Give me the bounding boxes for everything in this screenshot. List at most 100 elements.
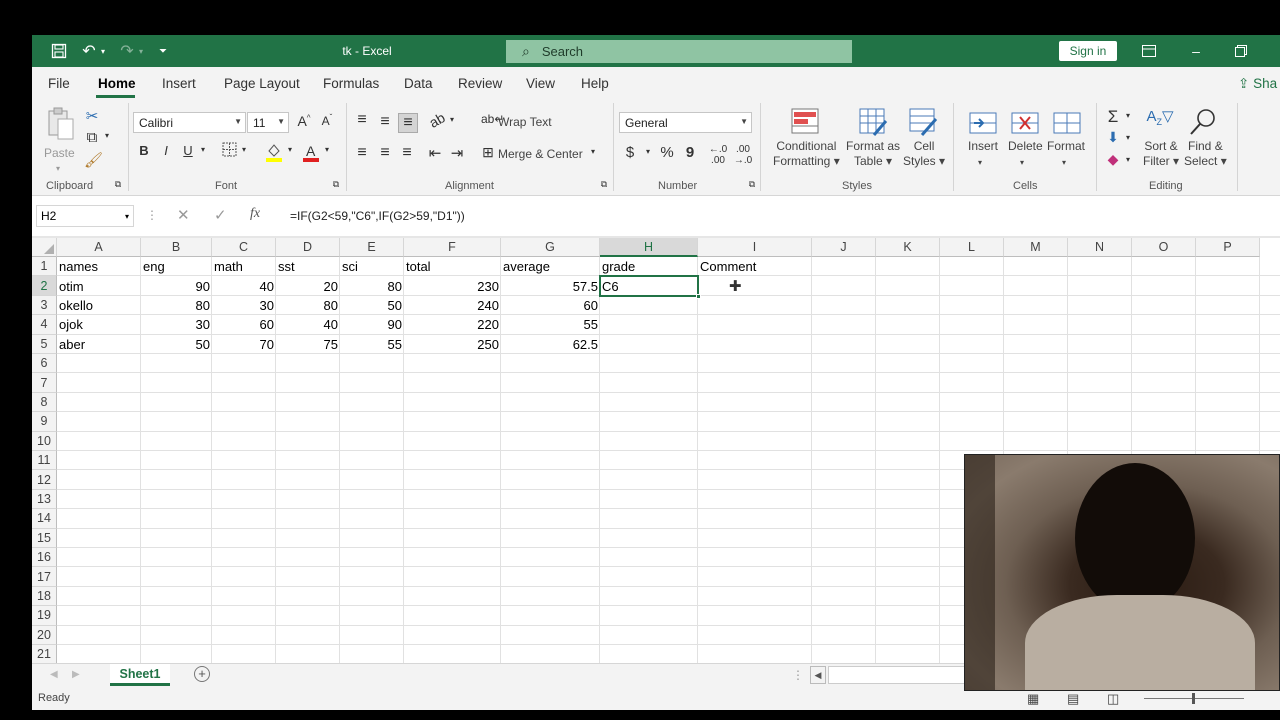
cell-b5[interactable]: 50 — [141, 335, 212, 354]
number-launcher-icon[interactable]: ⧉ — [746, 179, 758, 190]
font-size-select[interactable]: 11 ▼ — [247, 112, 289, 133]
cell-a3[interactable]: okello — [57, 296, 141, 315]
undo-dropdown-icon[interactable]: ▾ — [98, 35, 108, 67]
cell-h1[interactable]: grade — [600, 257, 698, 276]
tab-page-layout[interactable]: Page Layout — [224, 76, 300, 91]
row-header-17[interactable]: 17 — [32, 567, 57, 587]
orientation-icon[interactable]: ab — [424, 108, 449, 132]
column-header-a[interactable]: A — [57, 238, 141, 257]
cell-d5[interactable]: 75 — [276, 335, 340, 354]
fill-color-icon[interactable] — [265, 143, 283, 163]
font-name-select[interactable]: Calibri ▼ — [133, 112, 246, 133]
row-header-13[interactable]: 13 — [32, 489, 57, 510]
cancel-entry-icon[interactable]: ✕ — [177, 206, 190, 224]
undo-icon[interactable]: ↶ — [78, 35, 100, 67]
format-cells-icon[interactable] — [1052, 109, 1082, 137]
percent-style-button[interactable]: % — [659, 144, 675, 161]
column-header-e[interactable]: E — [340, 238, 404, 257]
cell-c2[interactable]: 40 — [212, 276, 276, 295]
align-bottom-icon[interactable]: ≡ — [398, 113, 418, 133]
decrease-font-icon[interactable]: Aˇ — [318, 113, 336, 128]
align-center-icon[interactable]: ≡ — [376, 144, 394, 162]
clipboard-launcher-icon[interactable]: ⧉ — [112, 179, 124, 190]
tab-review[interactable]: Review — [458, 76, 502, 91]
cell-b1[interactable]: eng — [141, 257, 212, 276]
tab-home[interactable]: Home — [98, 76, 136, 91]
cell-g3[interactable]: 60 — [501, 296, 600, 315]
accounting-dropdown-icon[interactable]: ▾ — [643, 147, 653, 156]
decrease-decimal-icon[interactable]: .00 →.0 — [732, 144, 754, 166]
fill-handle[interactable] — [696, 293, 701, 299]
row-header-8[interactable]: 8 — [32, 392, 57, 413]
row-header-10[interactable]: 10 — [32, 431, 57, 451]
column-header-n[interactable]: N — [1068, 238, 1132, 257]
cell-e5[interactable]: 55 — [340, 335, 404, 354]
increase-decimal-icon[interactable]: ←.0.00 — [707, 144, 729, 166]
scroll-left-icon[interactable]: ◀ — [810, 666, 826, 684]
cell-d3[interactable]: 80 — [276, 296, 340, 315]
tab-formulas[interactable]: Formulas — [323, 76, 379, 91]
bold-button[interactable]: B — [137, 143, 151, 158]
copy-icon[interactable]: ⧉ — [84, 129, 100, 146]
cell-c5[interactable]: 70 — [212, 335, 276, 354]
merge-center-icon[interactable]: ⊞ — [479, 144, 497, 161]
comma-style-button[interactable]: 9 — [683, 144, 697, 161]
copy-dropdown-icon[interactable]: ▾ — [102, 131, 112, 140]
select-all-corner[interactable] — [32, 238, 57, 257]
format-as-table-icon[interactable] — [858, 107, 888, 137]
decrease-indent-icon[interactable]: ⇤ — [426, 144, 444, 162]
restore-icon[interactable] — [1229, 35, 1253, 67]
format-dropdown-icon[interactable]: ▾ — [1062, 155, 1066, 170]
cell-a4[interactable]: ojok — [57, 315, 141, 334]
align-left-icon[interactable]: ≡ — [353, 144, 371, 162]
column-header-l[interactable]: L — [940, 238, 1004, 257]
delete-cells-label[interactable]: Delete — [1008, 139, 1043, 154]
conditional-formatting-label[interactable]: Conditional Formatting ▾ — [773, 139, 840, 169]
column-header-m[interactable]: M — [1004, 238, 1068, 257]
row-header-16[interactable]: 16 — [32, 548, 57, 568]
format-painter-icon[interactable]: 🖌 — [84, 151, 103, 169]
cell-e1[interactable]: sci — [340, 257, 404, 276]
cell-b4[interactable]: 30 — [141, 315, 212, 334]
tab-view[interactable]: View — [526, 76, 555, 91]
row-header-2[interactable]: 2 — [32, 276, 57, 296]
cell-c3[interactable]: 30 — [212, 296, 276, 315]
column-header-f[interactable]: F — [404, 238, 501, 257]
cell-d2[interactable]: 20 — [276, 276, 340, 295]
redo-dropdown-icon[interactable]: ▾ — [136, 35, 146, 67]
cell-f2[interactable]: 230 — [404, 276, 501, 295]
row-header-3[interactable]: 3 — [32, 295, 57, 316]
row-header-21[interactable]: 21 — [32, 645, 57, 665]
row-header-11[interactable]: 11 — [32, 451, 57, 471]
cell-d1[interactable]: sst — [276, 257, 340, 276]
row-header-20[interactable]: 20 — [32, 625, 57, 645]
row-header-14[interactable]: 14 — [32, 509, 57, 529]
number-format-select[interactable]: General ▼ — [619, 112, 752, 133]
tab-data[interactable]: Data — [404, 76, 433, 91]
clear-dropdown-icon[interactable]: ▾ — [1123, 155, 1133, 164]
align-middle-icon[interactable]: ≡ — [376, 113, 394, 131]
cell-g5[interactable]: 62.5 — [501, 335, 600, 354]
customize-toolbar-icon[interactable]: ⏷ — [156, 35, 170, 67]
fill-icon[interactable]: ⬇ — [1105, 129, 1121, 146]
cut-icon[interactable]: ✂ — [84, 107, 100, 125]
fill-color-dropdown-icon[interactable]: ▾ — [285, 145, 295, 154]
row-header-15[interactable]: 15 — [32, 528, 57, 548]
cell-a2[interactable]: otim — [57, 276, 141, 295]
cell-e4[interactable]: 90 — [340, 315, 404, 334]
orientation-dropdown-icon[interactable]: ▾ — [447, 115, 457, 124]
cell-f3[interactable]: 240 — [404, 296, 501, 315]
autosum-dropdown-icon[interactable]: ▾ — [1123, 111, 1133, 120]
sort-filter-label[interactable]: Sort & Filter ▾ — [1143, 139, 1179, 169]
wrap-text-icon[interactable]: ab↵ — [481, 112, 504, 126]
column-header-o[interactable]: O — [1132, 238, 1196, 257]
row-header-4[interactable]: 4 — [32, 315, 57, 335]
delete-cells-icon[interactable] — [1010, 109, 1040, 137]
insert-cells-icon[interactable] — [968, 109, 998, 137]
font-launcher-icon[interactable]: ⧉ — [330, 179, 342, 190]
formula-input[interactable]: =IF(G2<59,"C6",IF(G2>59,"D1")) — [290, 209, 465, 223]
font-color-icon[interactable]: A — [302, 143, 320, 163]
column-header-i[interactable]: I — [698, 238, 812, 257]
sort-filter-icon[interactable]: AZ▽ — [1145, 107, 1175, 127]
confirm-entry-icon[interactable]: ✓ — [214, 206, 227, 224]
